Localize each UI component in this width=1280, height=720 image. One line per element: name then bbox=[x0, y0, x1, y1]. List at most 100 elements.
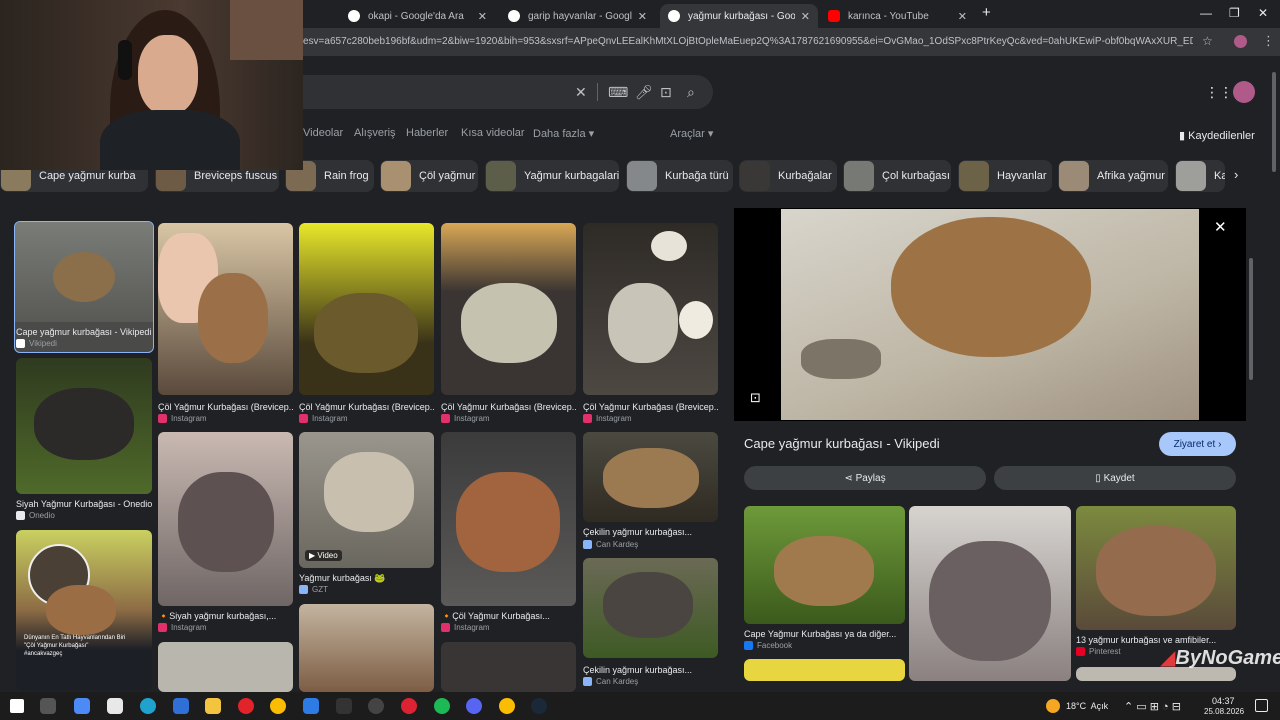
filter-news[interactable]: Haberler bbox=[406, 127, 448, 139]
search-icon[interactable]: ⌕ bbox=[687, 84, 695, 101]
tab-yagmur-kurbagasi[interactable]: yağmur kurbağası - Google'da ✕ bbox=[660, 4, 818, 28]
result-tile[interactable]: Dünyanın En Tatlı Hayvanlarından Biri "Ç… bbox=[16, 530, 152, 690]
url-field[interactable]: esv=a657c280beb196bf&udm=2&biw=1920&bih=… bbox=[303, 36, 1193, 47]
result-tile[interactable] bbox=[299, 604, 434, 692]
result-tile[interactable] bbox=[441, 642, 576, 692]
close-icon[interactable]: ✕ bbox=[801, 10, 810, 23]
microphone-icon[interactable]: 🎤︎ bbox=[635, 84, 653, 101]
result-tile[interactable] bbox=[583, 223, 718, 395]
star-icon[interactable]: ☆ bbox=[1202, 34, 1213, 48]
keyboard-icon[interactable]: ⌨ bbox=[608, 84, 628, 101]
result-caption[interactable]: 🔸Çöl Yağmur Kurbağası... bbox=[441, 611, 576, 622]
tab-garip-hayvanlar[interactable]: garip hayvanlar - Google'da Ara ✕ bbox=[500, 4, 655, 28]
lens-icon[interactable]: ⊡ bbox=[750, 390, 761, 406]
store-icon[interactable] bbox=[107, 698, 123, 714]
apps-grid-icon[interactable]: ⋮⋮ bbox=[1205, 84, 1233, 101]
lens-icon[interactable]: ⊡ bbox=[660, 84, 672, 101]
related-image[interactable] bbox=[1076, 506, 1236, 630]
search-box[interactable]: ✕ ⌨ 🎤︎ ⊡ ⌕ bbox=[303, 75, 713, 109]
file-explorer-icon[interactable] bbox=[205, 698, 221, 714]
copilot-icon[interactable] bbox=[74, 698, 90, 714]
clock-date[interactable]: 25.08.2026 bbox=[1204, 707, 1244, 716]
result-tile[interactable] bbox=[441, 432, 576, 606]
related-image[interactable] bbox=[909, 506, 1071, 681]
opera-icon[interactable] bbox=[238, 698, 254, 714]
chip-afrika-yagmur[interactable]: Afrika yağmur bbox=[1058, 160, 1168, 192]
app-icon[interactable] bbox=[368, 698, 384, 714]
saved-link[interactable]: ▮ Kaydedilenler bbox=[1179, 129, 1255, 142]
weather-text[interactable]: 18°C Açık bbox=[1066, 701, 1108, 711]
notification-icon[interactable] bbox=[1255, 699, 1268, 712]
close-icon[interactable]: ✕ bbox=[1214, 218, 1227, 236]
share-button[interactable]: ⋖ Paylaş bbox=[744, 466, 986, 490]
tab-karinca[interactable]: karınca - YouTube ✕ bbox=[820, 4, 975, 28]
result-tile[interactable] bbox=[583, 432, 718, 522]
spotify-icon[interactable] bbox=[434, 698, 450, 714]
preview-title[interactable]: Cape yağmur kurbağası - Vikipedi bbox=[744, 436, 940, 451]
task-view-icon[interactable] bbox=[40, 698, 56, 714]
new-tab-button[interactable]: + bbox=[982, 4, 991, 21]
result-tile[interactable]: ▶ Video bbox=[299, 432, 434, 568]
result-tile[interactable] bbox=[299, 223, 434, 395]
result-caption[interactable]: Cape yağmur kurbağası - Vikipedi bbox=[16, 327, 152, 337]
app-icon[interactable] bbox=[303, 698, 319, 714]
related-image[interactable] bbox=[744, 506, 905, 624]
filter-tools[interactable]: Araçlar ▾ bbox=[670, 127, 713, 140]
mail-icon[interactable] bbox=[173, 698, 189, 714]
chrome-icon[interactable] bbox=[270, 698, 286, 714]
chip-col-kurbagasi[interactable]: Çol kurbağası bbox=[843, 160, 951, 192]
tab-okapi[interactable]: okapi - Google'da Ara ✕ bbox=[340, 4, 495, 28]
filter-videos[interactable]: Videolar bbox=[303, 127, 343, 139]
result-tile[interactable] bbox=[158, 223, 293, 395]
profile-avatar[interactable] bbox=[1234, 35, 1247, 48]
preview-scrollbar[interactable] bbox=[1249, 258, 1253, 380]
close-icon[interactable]: ✕ bbox=[478, 10, 487, 23]
edge-icon[interactable] bbox=[140, 698, 156, 714]
close-window-icon[interactable]: ✕ bbox=[1258, 6, 1268, 20]
result-tile[interactable] bbox=[441, 223, 576, 395]
result-tile[interactable] bbox=[16, 358, 152, 494]
result-tile[interactable] bbox=[583, 558, 718, 658]
close-icon[interactable]: ✕ bbox=[638, 10, 647, 23]
result-caption[interactable]: Çekilin yağmur kurbağası... bbox=[583, 527, 718, 537]
chip-col-yagmur[interactable]: Çöl yağmur bbox=[380, 160, 478, 192]
chip-ka[interactable]: Ka bbox=[1175, 160, 1225, 192]
filter-short-videos[interactable]: Kısa videolar bbox=[461, 127, 525, 139]
result-caption[interactable]: Yağmur kurbağası 🐸 bbox=[299, 573, 434, 584]
discord-icon[interactable] bbox=[466, 698, 482, 714]
result-tile[interactable] bbox=[158, 642, 293, 692]
result-caption[interactable]: Çöl Yağmur Kurbağası (Brevicep... bbox=[441, 402, 576, 412]
chip-kurbaga-turu[interactable]: Kurbağa türü bbox=[626, 160, 733, 192]
result-caption[interactable]: Çöl Yağmur Kurbağası (Brevicep... bbox=[158, 402, 293, 412]
related-image[interactable] bbox=[744, 659, 905, 681]
recording-icon[interactable] bbox=[401, 698, 417, 714]
windows-start-icon[interactable] bbox=[10, 699, 24, 713]
menu-icon[interactable]: ⋮ bbox=[1262, 33, 1275, 49]
chevron-right-icon[interactable]: › bbox=[1234, 167, 1238, 182]
minimize-icon[interactable]: — bbox=[1200, 6, 1212, 20]
chip-hayvanlar[interactable]: Hayvanlar bbox=[958, 160, 1052, 192]
steam-icon[interactable] bbox=[531, 698, 547, 714]
related-caption[interactable]: 13 yağmur kurbağası ve amfibiler... bbox=[1076, 635, 1236, 645]
clock-time[interactable]: 04:37 bbox=[1212, 696, 1235, 706]
result-caption[interactable]: Çekilin yağmur kurbağası... bbox=[583, 665, 718, 675]
chrome-active-icon[interactable] bbox=[499, 698, 515, 714]
result-caption[interactable]: Siyah Yağmur Kurbağası - Onedio bbox=[16, 499, 152, 509]
restore-icon[interactable]: ❐ bbox=[1229, 6, 1240, 20]
visit-button[interactable]: Ziyaret et › bbox=[1159, 432, 1236, 456]
result-caption[interactable]: Çöl Yağmur Kurbağası (Brevicep... bbox=[299, 402, 434, 412]
clear-icon[interactable]: ✕ bbox=[575, 84, 587, 101]
preview-image[interactable] bbox=[781, 209, 1199, 420]
chip-kurbagalar[interactable]: Kurbağalar bbox=[739, 160, 837, 192]
tray-icons[interactable]: ⌃ ▭ ⊞ ◔ ⊟ bbox=[1124, 700, 1181, 713]
account-avatar[interactable] bbox=[1233, 81, 1255, 103]
result-caption[interactable]: 🔸Siyah yağmur kurbağası,... bbox=[158, 611, 293, 622]
related-caption[interactable]: Cape Yağmur Kurbağası ya da diğer... bbox=[744, 629, 905, 639]
epic-games-icon[interactable] bbox=[336, 698, 352, 714]
filter-more[interactable]: Daha fazla ▾ bbox=[533, 127, 594, 140]
close-icon[interactable]: ✕ bbox=[958, 10, 967, 23]
chip-yagmur-kurbagalari[interactable]: Yağmur kurbagalari bbox=[485, 160, 619, 192]
filter-shopping[interactable]: Alışveriş bbox=[354, 127, 396, 139]
save-button[interactable]: ▯ Kaydet bbox=[994, 466, 1236, 490]
page-scrollbar[interactable] bbox=[1272, 72, 1276, 172]
